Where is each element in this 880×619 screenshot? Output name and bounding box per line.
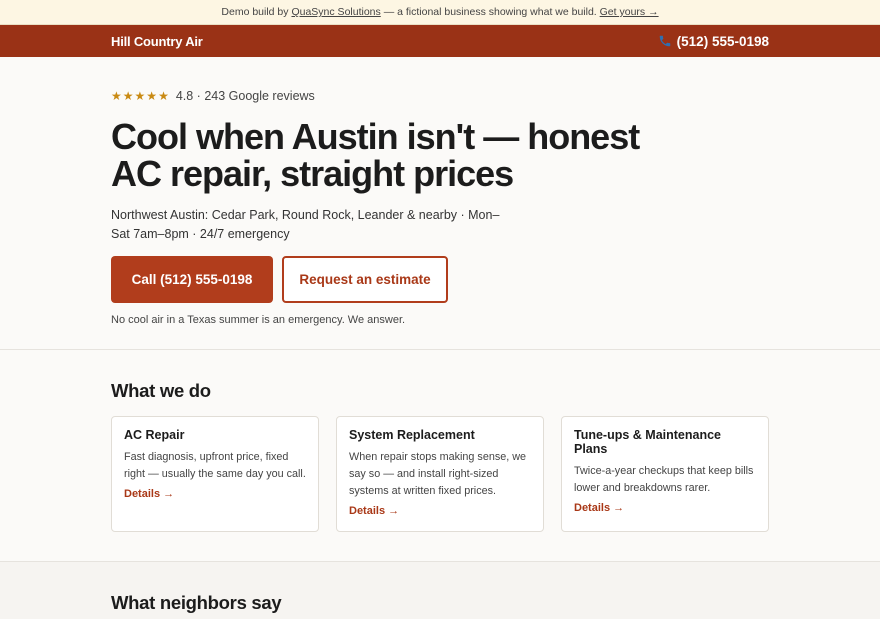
testimonials-section: What neighbors say — [0, 562, 880, 619]
testimonials-heading: What neighbors say — [111, 592, 282, 613]
demo-banner: Demo build by QuaSync Solutions — a fict… — [0, 0, 880, 25]
star-icon: ★ — [146, 89, 158, 103]
star-icon: ★ — [134, 89, 146, 103]
call-button[interactable]: Call (512) 555-0198 — [111, 256, 273, 303]
services-heading: What we do — [111, 380, 211, 401]
service-card-description: When repair stops making sense, we say s… — [349, 451, 527, 497]
header-phone-number: (512) 555-0198 — [676, 33, 769, 49]
hero-subhead: Northwest Austin: Cedar Park, Round Rock… — [111, 208, 500, 241]
service-cards: AC Repair Fast diagnosis, upfront price,… — [111, 416, 769, 532]
details-link[interactable]: Details → — [574, 502, 756, 514]
star-rating: ★ ★ ★ ★ ★ — [111, 90, 169, 102]
service-card-ac-repair: AC Repair Fast diagnosis, upfront price,… — [111, 416, 319, 532]
service-card-system-replacement: System Replacement When repair stops mak… — [336, 416, 544, 532]
get-yours-link[interactable]: Get yours → — [600, 6, 659, 18]
request-estimate-button[interactable]: Request an estimate — [282, 256, 448, 303]
rating-text: 4.8 · 243 Google reviews — [175, 89, 315, 103]
site-header: Hill Country Air (512) 555-0198 — [0, 25, 880, 57]
hero-note: No cool air in a Texas summer is an emer… — [111, 314, 406, 326]
service-card-title: System Replacement — [349, 428, 475, 442]
hero-headline: Cool when Austin isn't — honest AC repai… — [111, 116, 640, 194]
services-section: What we do AC Repair Fast diagnosis, upf… — [0, 350, 880, 561]
brand-logo[interactable]: Hill Country Air — [111, 34, 203, 49]
service-card-title: AC Repair — [124, 428, 185, 442]
header-phone-link[interactable]: (512) 555-0198 — [658, 34, 769, 49]
demo-middle: — a fictional business showing what we b… — [383, 6, 597, 18]
hero-section: ★ ★ ★ ★ ★ 4.8 · 243 Google reviews Cool … — [0, 57, 880, 349]
company-link[interactable]: QuaSync Solutions — [291, 6, 380, 18]
service-card-description: Fast diagnosis, upfront price, fixed rig… — [124, 451, 306, 480]
details-link[interactable]: Details → — [124, 488, 306, 500]
star-icon: ★ — [111, 89, 122, 103]
rating-summary: ★ ★ ★ ★ ★ 4.8 · 243 Google reviews — [111, 89, 769, 103]
demo-prefix: Demo build by — [221, 6, 289, 18]
service-card-tune-ups: Tune-ups & Maintenance Plans Twice-a-yea… — [561, 416, 769, 532]
phone-icon — [659, 35, 670, 47]
star-icon: ★ — [122, 89, 134, 103]
service-card-description: Twice-a-year checkups that keep bills lo… — [574, 465, 754, 494]
hero-cta-group: Call (512) 555-0198 Request an estimate — [111, 256, 769, 303]
service-card-title: Tune-ups & Maintenance Plans — [574, 428, 722, 456]
details-link[interactable]: Details → — [349, 505, 531, 517]
star-icon: ★ — [158, 89, 169, 103]
